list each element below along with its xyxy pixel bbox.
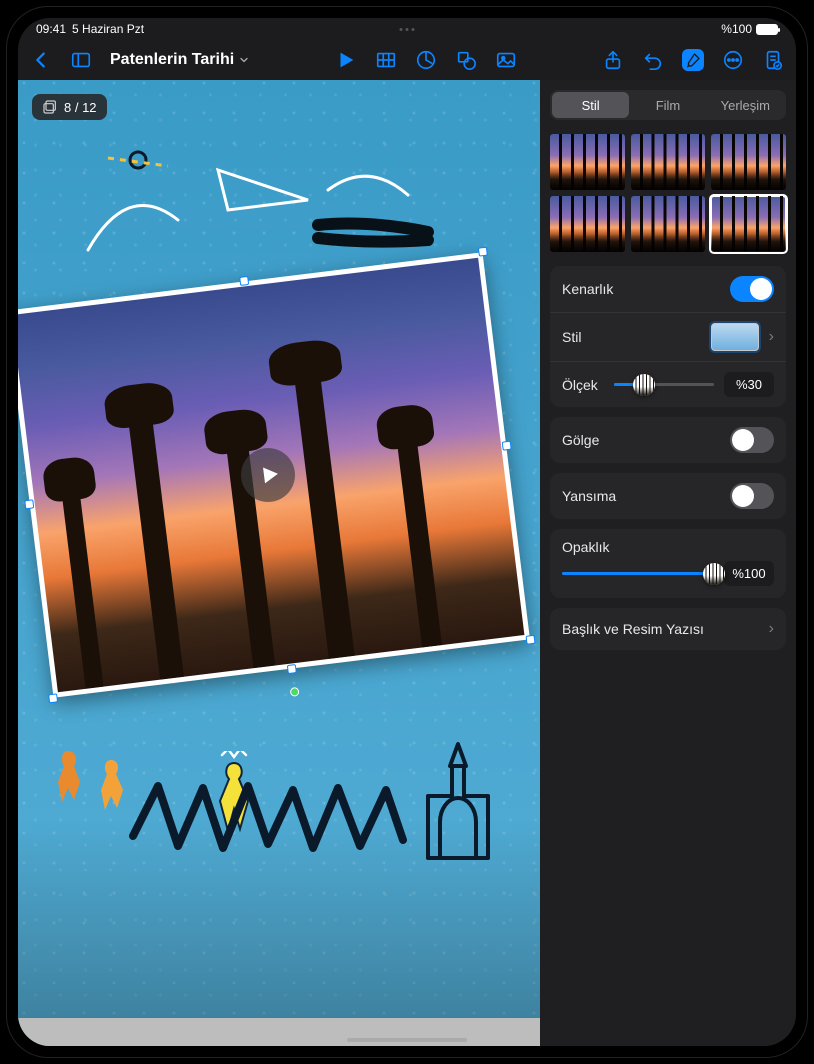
chevron-down-icon: [238, 54, 250, 66]
doodle-zigzag: [128, 776, 408, 866]
inspector-tabs: Stil Film Yerleşim: [550, 90, 786, 120]
chevron-right-icon: ›: [769, 620, 774, 638]
battery-pct: %100: [721, 22, 752, 36]
resize-handle-tr[interactable]: [478, 247, 488, 257]
caption-row[interactable]: Başlık ve Resim Yazısı ›: [550, 608, 786, 650]
insert-chart-button[interactable]: [415, 49, 437, 71]
shadow-toggle[interactable]: [730, 427, 774, 453]
resize-handle-b[interactable]: [287, 664, 297, 674]
doodle-skater-orange-2: [93, 756, 129, 814]
back-button[interactable]: [30, 49, 52, 71]
caption-section: Başlık ve Resim Yazısı ›: [550, 608, 786, 650]
video-preview: [18, 258, 524, 692]
border-scale-label: Ölçek: [562, 377, 604, 393]
slide-counter[interactable]: 8 / 12: [32, 94, 107, 120]
shadow-section: Gölge: [550, 417, 786, 463]
style-preset-5[interactable]: [631, 196, 706, 252]
status-time: 09:41: [36, 22, 66, 36]
tab-movie[interactable]: Film: [629, 92, 706, 118]
border-label: Kenarlık: [562, 281, 613, 297]
chevron-right-icon: ›: [769, 328, 774, 346]
slides-stack-icon: [42, 99, 58, 115]
border-scale-value[interactable]: %30: [724, 372, 774, 397]
border-toggle[interactable]: [730, 276, 774, 302]
status-date: 5 Haziran Pzt: [72, 22, 144, 36]
style-preset-2[interactable]: [631, 134, 706, 190]
document-settings-button[interactable]: [762, 49, 784, 71]
resize-handle-bl[interactable]: [48, 693, 58, 703]
reflection-label: Yansıma: [562, 488, 616, 504]
battery-icon: [756, 24, 778, 35]
opacity-slider[interactable]: [562, 572, 714, 575]
tab-arrange-label: Yerleşim: [721, 98, 770, 113]
reflection-toggle[interactable]: [730, 483, 774, 509]
border-scale-slider[interactable]: [614, 383, 714, 386]
reflection-section: Yansıma: [550, 473, 786, 519]
border-style-label: Stil: [562, 329, 581, 345]
insert-shape-button[interactable]: [455, 49, 477, 71]
resize-handle-br[interactable]: [526, 635, 536, 645]
resize-handle-r[interactable]: [502, 441, 512, 451]
sidebar-toggle-icon[interactable]: [70, 49, 92, 71]
doodle-top: [68, 140, 448, 280]
document-title[interactable]: Patenlerin Tarihi: [110, 51, 250, 69]
resize-handle-t[interactable]: [239, 276, 249, 286]
caption-label: Başlık ve Resim Yazısı: [562, 621, 704, 637]
slide-canvas[interactable]: 8 / 12: [18, 80, 540, 1046]
opacity-value[interactable]: %100: [724, 561, 774, 586]
style-preset-4[interactable]: [550, 196, 625, 252]
format-inspector: Stil Film Yerleşim Kenarlık: [540, 80, 796, 1046]
tab-style[interactable]: Stil: [552, 92, 629, 118]
border-section: Kenarlık Stil › Ölçek: [550, 266, 786, 407]
tab-style-label: Stil: [582, 98, 600, 113]
tab-arrange[interactable]: Yerleşim: [707, 92, 784, 118]
style-preset-1[interactable]: [550, 134, 625, 190]
border-style-swatch: [711, 323, 759, 351]
play-presentation-button[interactable]: [335, 49, 357, 71]
insert-table-button[interactable]: [375, 49, 397, 71]
border-style-row[interactable]: Stil ›: [550, 312, 786, 361]
slide-counter-text: 8 / 12: [64, 100, 97, 115]
opacity-section: Opaklık %100: [550, 529, 786, 598]
style-preset-3[interactable]: [711, 134, 786, 190]
tab-movie-label: Film: [656, 98, 681, 113]
style-preset-6[interactable]: [711, 196, 786, 252]
multitask-dots[interactable]: [400, 28, 415, 31]
share-button[interactable]: [602, 49, 624, 71]
border-scale-row: Ölçek %30: [550, 361, 786, 407]
home-indicator[interactable]: [347, 1038, 467, 1042]
insert-media-button[interactable]: [495, 49, 517, 71]
video-object[interactable]: [18, 252, 530, 698]
format-brush-button[interactable]: [682, 49, 704, 71]
style-preset-grid: [550, 134, 786, 252]
opacity-label: Opaklık: [562, 539, 609, 555]
more-button[interactable]: [722, 49, 744, 71]
doodle-skater-orange-1: [48, 746, 88, 806]
app-toolbar: Patenlerin Tarihi: [18, 40, 796, 80]
undo-button[interactable]: [642, 49, 664, 71]
resize-handle-l[interactable]: [24, 499, 34, 509]
doodle-church: [388, 736, 518, 866]
shadow-label: Gölge: [562, 432, 599, 448]
status-bar: 09:41 5 Haziran Pzt %100: [18, 18, 796, 40]
document-title-text: Patenlerin Tarihi: [110, 51, 234, 69]
